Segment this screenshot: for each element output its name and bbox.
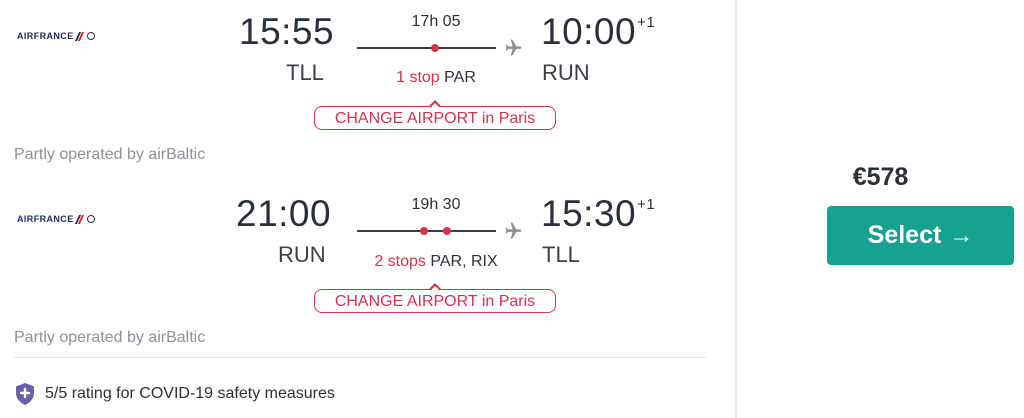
inbound-stops: 2 stops PAR, RIX	[356, 253, 516, 271]
outbound-route-line	[357, 47, 496, 49]
airline-logo-text: AIRFRANCE	[17, 31, 74, 41]
covid-rating[interactable]: 5/5 rating for COVID-19 safety measures	[14, 382, 335, 406]
outbound-operated-by: Partly operated by airBaltic	[14, 146, 206, 163]
airline-logo-mark-icon	[76, 215, 84, 224]
outbound-change-airport-text: CHANGE AIRPORT in Paris	[334, 110, 536, 127]
airline-logo-outbound: AIRFRANCE	[17, 31, 95, 41]
arrow-right-icon: →	[949, 221, 974, 249]
itinerary-panel: AIRFRANCE 15:55 TLL 17h 05 10:00+1 RUN 1…	[0, 0, 735, 418]
outbound-stop-dot	[431, 44, 439, 52]
inbound-depart-time: 21:00	[236, 193, 332, 234]
outbound-stops: 1 stop PAR	[376, 69, 496, 87]
outbound-depart-code: TLL	[286, 60, 324, 85]
outbound-stops-count: 1 stop	[396, 69, 440, 86]
booking-panel: €578 Select →	[737, 0, 1024, 418]
inbound-duration: 19h 30	[411, 196, 461, 213]
price: €578	[852, 163, 909, 191]
inbound-change-airport-badge: CHANGE AIRPORT in Paris	[314, 283, 556, 313]
airline-logo-inbound: AIRFRANCE	[17, 214, 95, 224]
outbound-arrive-time-value: 10:00	[541, 11, 637, 52]
outbound-arrive-time: 10:00+1	[541, 11, 655, 53]
shield-icon	[16, 383, 34, 405]
outbound-duration: 17h 05	[411, 13, 461, 30]
airline-logo-text: AIRFRANCE	[17, 214, 74, 224]
inbound-stop-dot-1	[420, 227, 428, 235]
airline-logo-circle-icon	[86, 32, 95, 40]
airline-logo-circle-icon	[86, 215, 95, 223]
outbound-depart-time: 15:55	[239, 11, 335, 52]
inbound-day-offset: +1	[637, 196, 656, 213]
outbound-stops-airports: PAR	[444, 69, 476, 86]
inbound-stops-airports: PAR, RIX	[430, 253, 498, 270]
plane-icon	[505, 222, 522, 239]
covid-rating-text: 5/5 rating for COVID-19 safety measures	[45, 385, 335, 402]
outbound-arrive-code: RUN	[542, 60, 590, 85]
inbound-arrive-code: TLL	[542, 242, 580, 267]
inbound-stop-dot-2	[443, 227, 451, 235]
outbound-change-airport-badge: CHANGE AIRPORT in Paris	[314, 100, 556, 130]
inbound-stops-count: 2 stops	[374, 253, 426, 270]
select-button[interactable]: Select →	[827, 206, 1014, 265]
inbound-arrive-time: 15:30+1	[541, 193, 655, 235]
inbound-operated-by: Partly operated by airBaltic	[14, 329, 206, 346]
inbound-change-airport-text: CHANGE AIRPORT in Paris	[334, 293, 536, 310]
outbound-day-offset: +1	[637, 14, 656, 31]
select-button-label: Select	[867, 221, 942, 249]
inbound-depart-code: RUN	[278, 242, 326, 267]
section-divider	[14, 357, 706, 358]
inbound-arrive-time-value: 15:30	[541, 193, 637, 234]
plane-icon	[505, 39, 522, 56]
airline-logo-mark-icon	[76, 32, 84, 41]
